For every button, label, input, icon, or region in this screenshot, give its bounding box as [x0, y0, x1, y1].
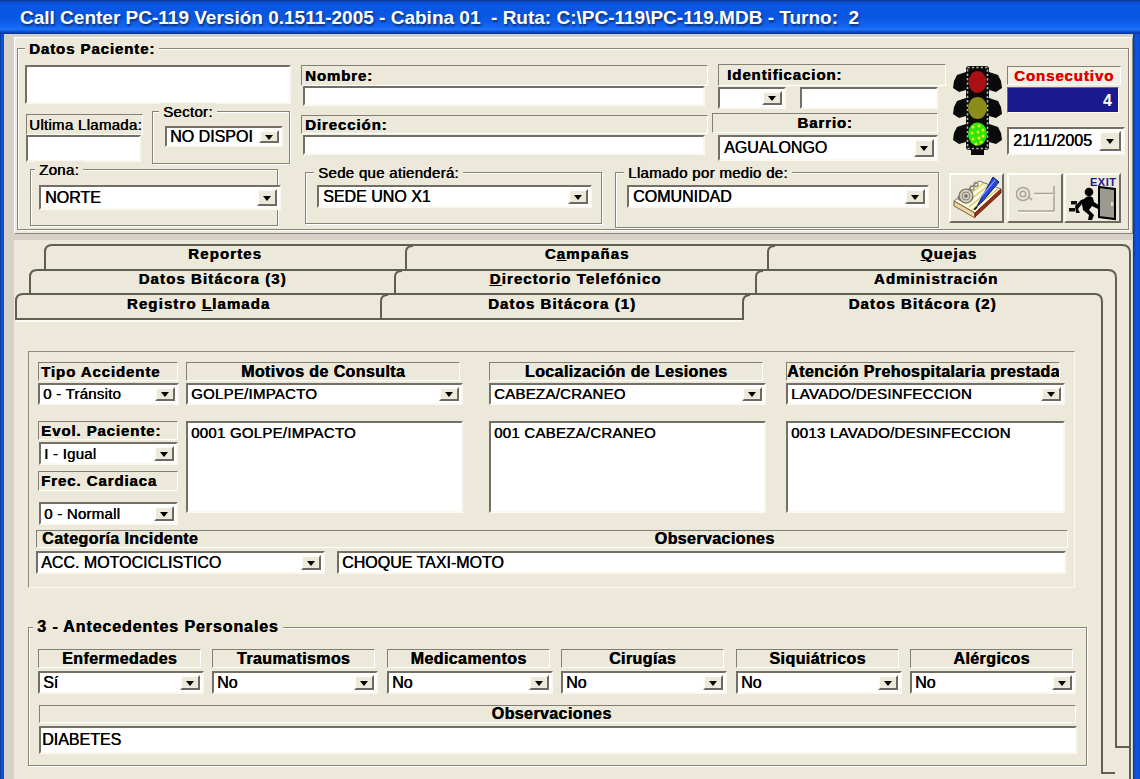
svg-text:EXIT: EXIT — [1090, 176, 1116, 188]
